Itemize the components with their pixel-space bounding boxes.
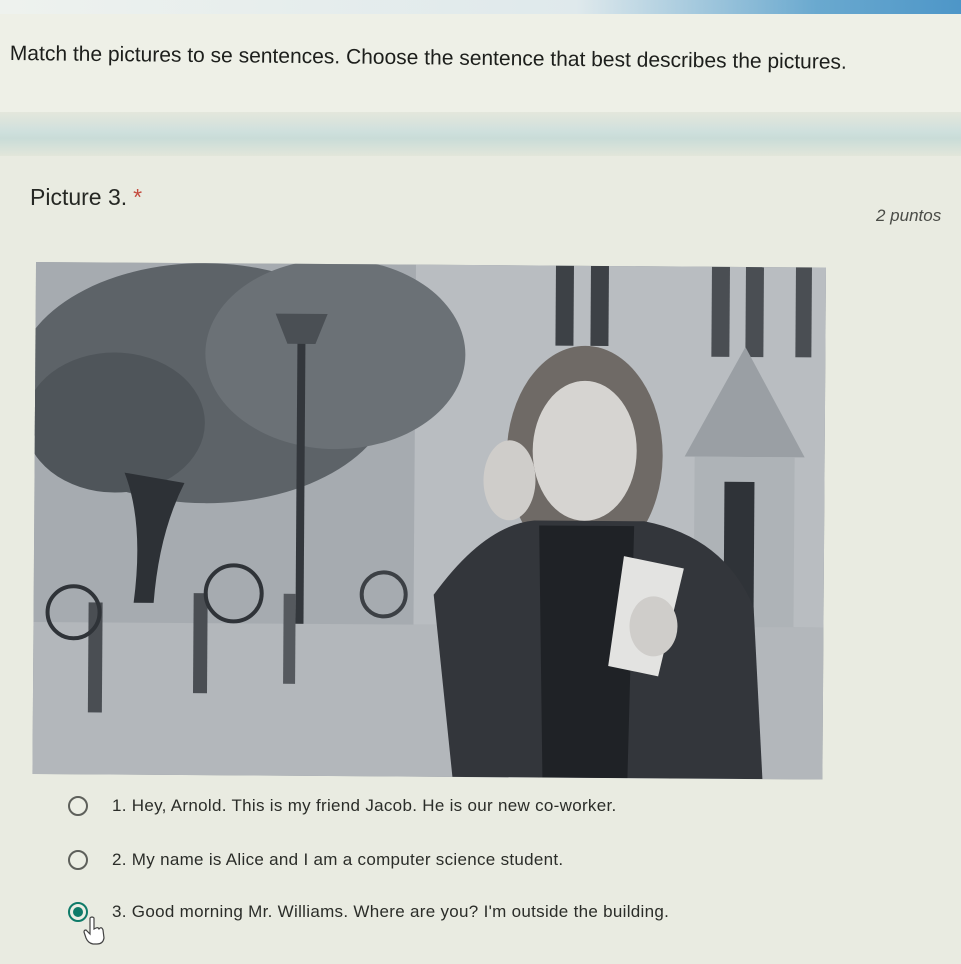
question-title-text: Picture 3. (30, 184, 128, 210)
answer-option-1[interactable]: 1. Hey, Arnold. This is my friend Jacob.… (68, 792, 617, 820)
required-asterisk: * (133, 184, 143, 210)
answer-option-3[interactable]: 3. Good morning Mr. Williams. Where are … (68, 898, 669, 926)
answer-option-label[interactable]: 2. My name is Alice and I am a computer … (112, 850, 563, 870)
section-divider (0, 112, 961, 156)
points-label: 2 puntos (876, 206, 942, 225)
question-image (32, 262, 826, 780)
top-accent-bar (0, 0, 961, 14)
answer-option-2[interactable]: 2. My name is Alice and I am a computer … (68, 846, 563, 874)
radio-button-unchecked[interactable] (68, 850, 88, 870)
question-title: Picture 3. * (30, 184, 142, 211)
answer-option-label[interactable]: 1. Hey, Arnold. This is my friend Jacob.… (112, 796, 617, 816)
answer-option-label[interactable]: 3. Good morning Mr. Williams. Where are … (112, 902, 669, 922)
hand-pointer-icon (83, 916, 105, 945)
radio-button-unchecked[interactable] (68, 796, 88, 816)
